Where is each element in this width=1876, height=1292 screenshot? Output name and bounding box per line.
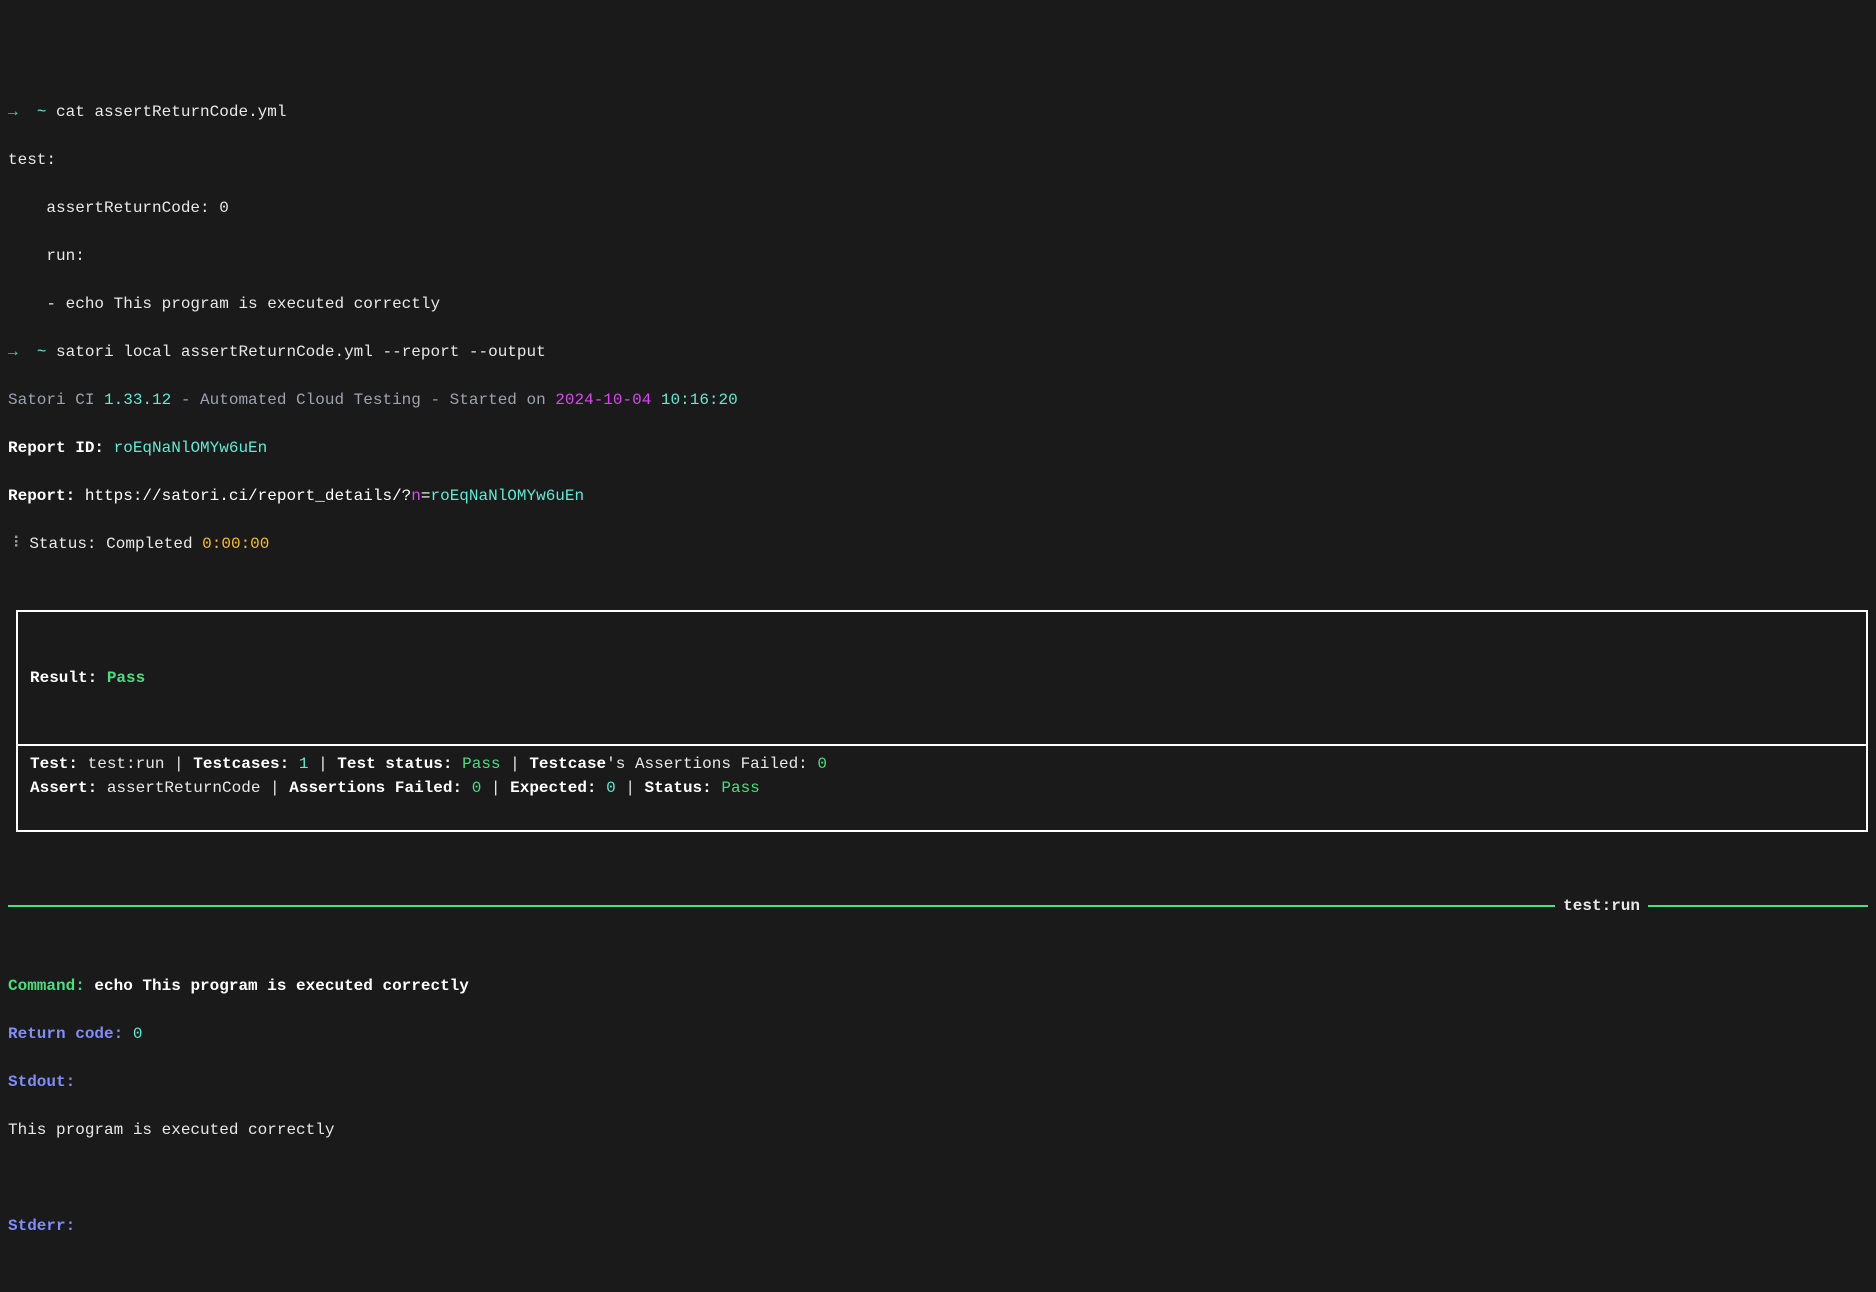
status-time: 0:00:00 <box>202 535 269 553</box>
assertions-failed-label: Assertions Failed: <box>289 779 471 797</box>
sep: | <box>308 755 337 773</box>
satori-time: 10:16:20 <box>651 391 737 409</box>
stdout-label: Stdout: <box>8 1073 75 1091</box>
divider-label: test:run <box>1563 894 1640 918</box>
prompt-arrow-icon: → <box>8 103 18 121</box>
test-label: Test: <box>30 755 88 773</box>
assertions-failed-label: 's Assertions Failed: <box>606 755 817 773</box>
stdout-label-line: Stdout: <box>0 1070 1876 1094</box>
report-id-label: Report ID: <box>8 439 114 457</box>
sep: | <box>164 755 193 773</box>
section-divider: test:run <box>0 886 1876 926</box>
divider-right <box>1648 905 1868 907</box>
result-value: Pass <box>107 669 145 687</box>
test-status-label: Test status: <box>337 755 462 773</box>
test-status-value: Pass <box>462 755 500 773</box>
command-text: satori local assertReturnCode.yml --repo… <box>56 343 546 361</box>
stderr-label: Stderr: <box>8 1217 75 1235</box>
sep: | <box>481 779 510 797</box>
yml-line-3: run: <box>0 244 1876 268</box>
command-value: echo This program is executed correctly <box>94 977 468 995</box>
report-url-part1: https://satori.ci/report_details/? <box>85 487 411 505</box>
report-label: Report: <box>8 487 85 505</box>
sep: | <box>501 755 530 773</box>
expected-value: 0 <box>606 779 616 797</box>
report-url-part4: roEqNaNlOMYw6uEn <box>430 487 584 505</box>
divider-left <box>8 905 1555 907</box>
assertions-failed-value: 0 <box>472 779 482 797</box>
testcases-label: Testcases: <box>193 755 299 773</box>
satori-label: Satori CI <box>8 391 104 409</box>
sep: | <box>616 779 645 797</box>
yml-line-2: assertReturnCode: 0 <box>0 196 1876 220</box>
status-label: Status: Completed <box>20 535 202 553</box>
terminal-line-prompt-1: → ~ cat assertReturnCode.yml <box>0 100 1876 124</box>
blank-line <box>0 1166 1876 1190</box>
stderr-label-line: Stderr: <box>0 1214 1876 1238</box>
status-line: ⠸ Status: Completed 0:00:00 <box>0 532 1876 556</box>
satori-version: 1.33.12 <box>104 391 171 409</box>
divider-run: run <box>1611 897 1640 915</box>
stdout-value-line: This program is executed correctly <box>0 1118 1876 1142</box>
spinner-icon: ⠸ <box>8 532 20 556</box>
terminal-line-prompt-2: → ~ satori local assertReturnCode.yml --… <box>0 340 1876 364</box>
test-name: test:run <box>88 755 165 773</box>
satori-middle: - Automated Cloud Testing - Started on <box>171 391 555 409</box>
return-code-label: Return code: <box>8 1025 133 1043</box>
testcase-bold: Testcase <box>529 755 606 773</box>
return-code-value: 0 <box>133 1025 143 1043</box>
assert-name: assertReturnCode <box>107 779 261 797</box>
command-line: Command: echo This program is executed c… <box>0 974 1876 998</box>
prompt-arrow-icon: → <box>8 343 18 361</box>
divider-test: test: <box>1563 897 1611 915</box>
command-label: Command: <box>8 977 94 995</box>
report-url-line: Report: https://satori.ci/report_details… <box>0 484 1876 508</box>
yml-line-4: - echo This program is executed correctl… <box>0 292 1876 316</box>
report-id-line: Report ID: roEqNaNlOMYw6uEn <box>0 436 1876 460</box>
assertions-failed-count: 0 <box>817 755 827 773</box>
status-value: Pass <box>721 779 759 797</box>
status-label: Status: <box>645 779 722 797</box>
command-text: cat assertReturnCode.yml <box>56 103 286 121</box>
return-code-line: Return code: 0 <box>0 1022 1876 1046</box>
report-id-value: roEqNaNlOMYw6uEn <box>114 439 268 457</box>
result-label: Result: <box>30 669 107 687</box>
prompt-cwd: ~ <box>37 103 47 121</box>
test-assert-row: Test: test:run | Testcases: 1 | Test sta… <box>18 744 1866 806</box>
prompt-cwd: ~ <box>37 343 47 361</box>
satori-header-line: Satori CI 1.33.12 - Automated Cloud Test… <box>0 388 1876 412</box>
report-url-part2: n <box>411 487 421 505</box>
result-box: Result: Pass Test: test:run | Testcases:… <box>16 610 1868 832</box>
assert-label: Assert: <box>30 779 107 797</box>
satori-date: 2024-10-04 <box>555 391 651 409</box>
yml-line-1: test: <box>0 148 1876 172</box>
sep: | <box>260 779 289 797</box>
testcases-count: 1 <box>299 755 309 773</box>
result-row: Result: Pass <box>18 660 1866 696</box>
expected-label: Expected: <box>510 779 606 797</box>
